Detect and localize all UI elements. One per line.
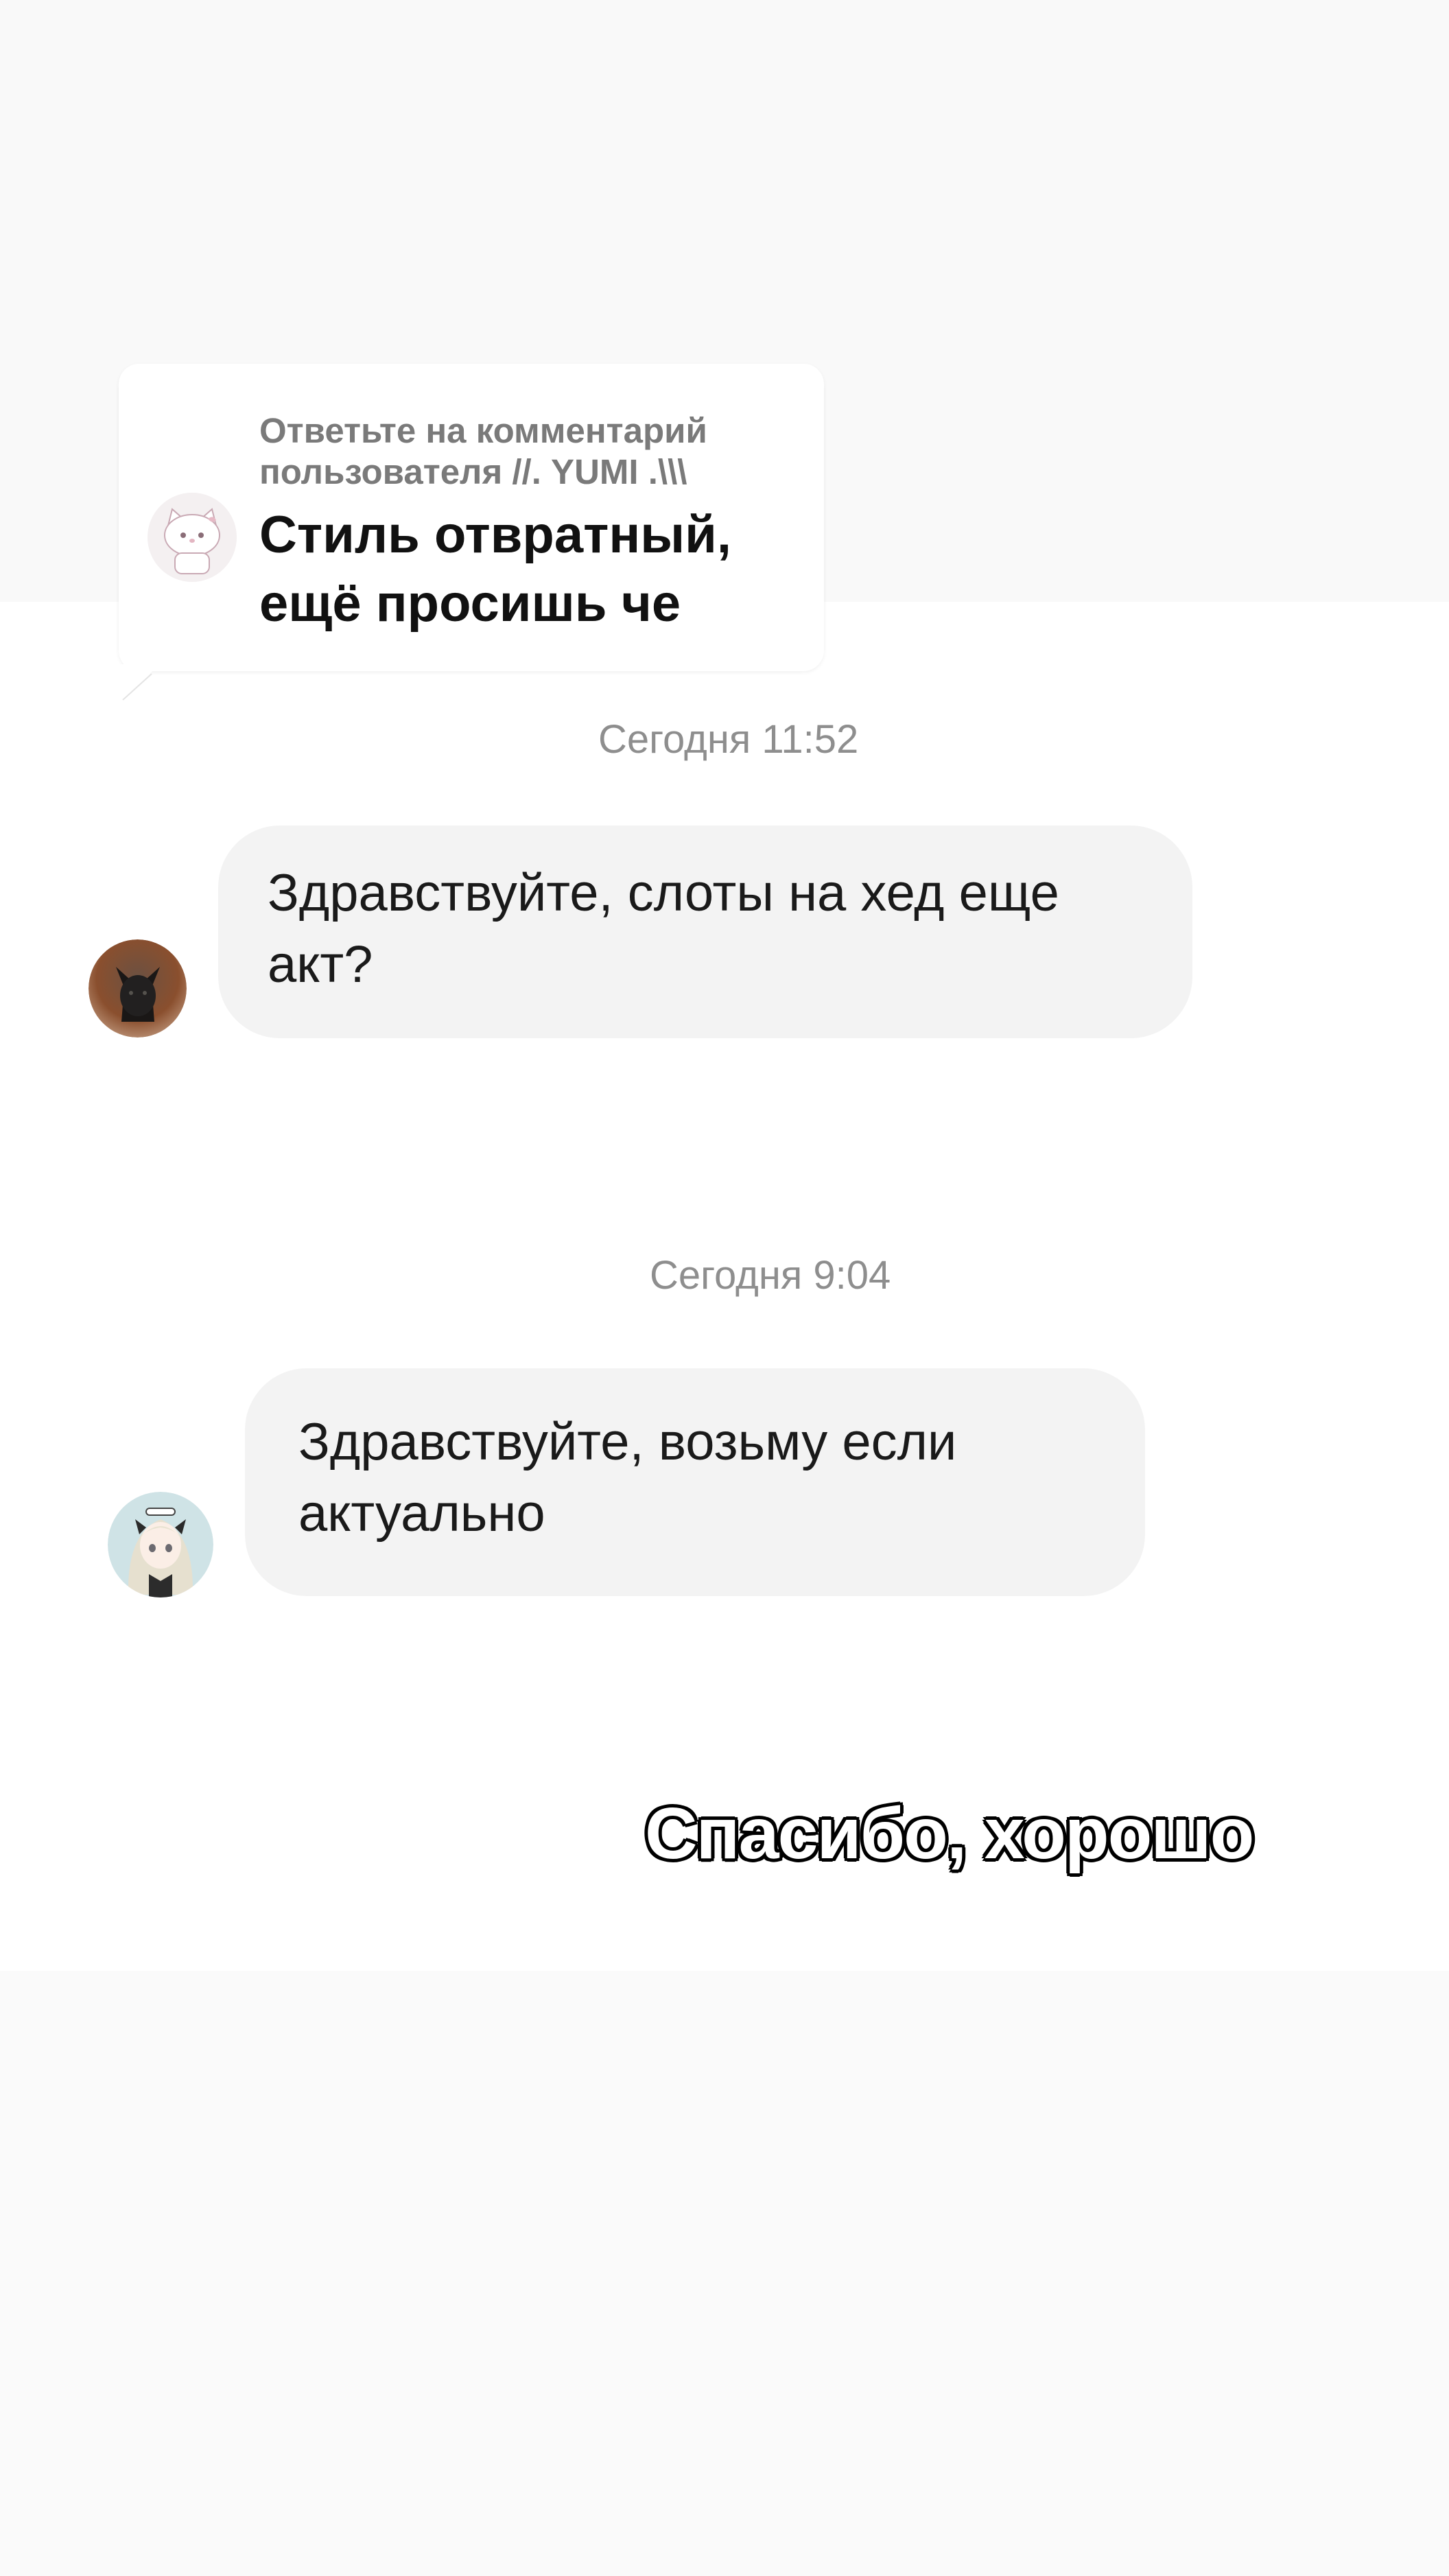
overlay-caption: Спасибо, хорошо — [645, 1793, 1254, 1874]
reply-header: Ответьте на комментарий пользователя //.… — [259, 411, 707, 491]
message-bubble[interactable]: Здравствуйте, слоты на хед еще акт? — [218, 826, 1192, 1038]
message-bubble[interactable]: Здравствуйте, возьму если актуально — [245, 1368, 1145, 1596]
message-timestamp: Сегодня 11:52 — [598, 717, 859, 762]
anime-girl-avatar-icon[interactable] — [108, 1492, 213, 1597]
reply-comment-text: Стиль отвратный, ещё просишь че — [259, 506, 731, 633]
black-cat-avatar-icon[interactable] — [89, 939, 187, 1038]
message-timestamp: Сегодня 9:04 — [650, 1253, 891, 1298]
reply-card-tail — [119, 664, 160, 703]
bottom-background — [0, 1971, 1449, 2576]
hello-kitty-avatar-icon — [148, 493, 237, 582]
message-text: Здравствуйте, возьму если актуально — [298, 1413, 957, 1543]
message-text: Здравствуйте, слоты на хед еще акт? — [268, 864, 1059, 994]
